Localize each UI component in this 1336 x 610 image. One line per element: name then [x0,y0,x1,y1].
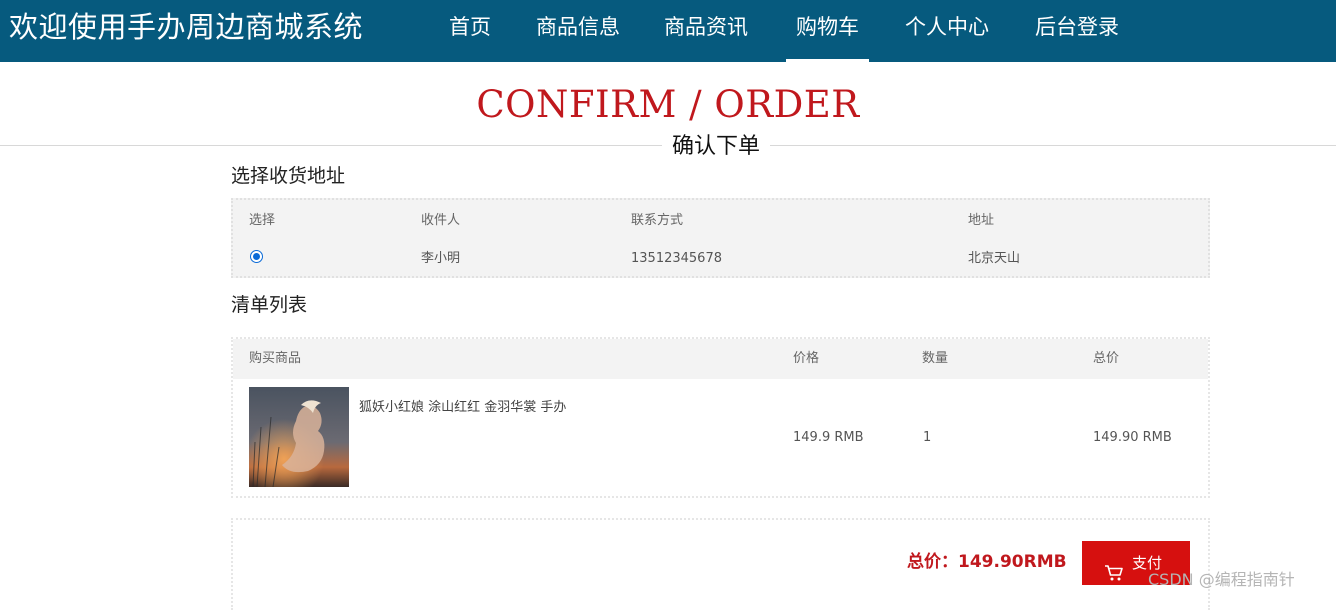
shopping-cart-icon [1104,555,1124,581]
nav-products[interactable]: 商品信息 [536,12,620,42]
nav-home[interactable]: 首页 [449,12,491,42]
nav-admin-login[interactable]: 后台登录 [1035,12,1119,42]
product-name[interactable]: 狐妖小红娘 涂山红红 金羽华裳 手办 [359,399,566,417]
product-thumbnail[interactable] [249,387,349,487]
order-total: 总价：149.90RMB [907,552,1067,572]
site-brand: 欢迎使用手办周边商城系统 [9,10,364,44]
order-summary: 总价：149.90RMB 支付 [231,518,1210,610]
recipient-phone: 13512345678 [631,251,722,266]
page-title-cn: 确认下单 [662,133,771,161]
items-table-header: 购买商品 价格 数量 总价 [233,339,1208,379]
nav-profile[interactable]: 个人中心 [905,12,989,42]
col-address: 地址 [968,213,995,228]
product-total: 149.90 RMB [1093,430,1172,445]
nav-cart[interactable]: 购物车 [786,12,869,62]
product-price: 149.9 RMB [793,430,864,445]
csdn-watermark: CSDN @编程指南针 [1148,570,1295,589]
address-table: 选择 收件人 联系方式 地址 李小明 13512345678 北京天山 [231,198,1210,278]
col-total: 总价 [1093,351,1120,366]
col-recipient: 收件人 [421,213,461,228]
col-product: 购买商品 [249,351,302,366]
col-phone: 联系方式 [631,213,684,228]
page-title-en: CONFIRM / ORDER [476,83,860,126]
items-section-title: 清单列表 [231,294,308,316]
product-quantity: 1 [923,430,932,445]
col-price: 价格 [793,351,820,366]
col-select: 选择 [249,213,276,228]
recipient-name: 李小明 [421,251,461,266]
top-header: 欢迎使用手办周边商城系统 首页 商品信息 商品资讯 购物车 个人中心 后台登录 [0,0,1336,62]
address-section-title: 选择收货地址 [231,165,346,187]
col-quantity: 数量 [922,351,949,366]
address-radio[interactable] [250,250,263,263]
recipient-address: 北京天山 [968,251,1021,266]
items-table: 购买商品 价格 数量 总价 狐妖小红娘 涂山红红 金羽华裳 手办 149.9 R… [231,337,1210,498]
nav-news[interactable]: 商品资讯 [664,12,748,42]
